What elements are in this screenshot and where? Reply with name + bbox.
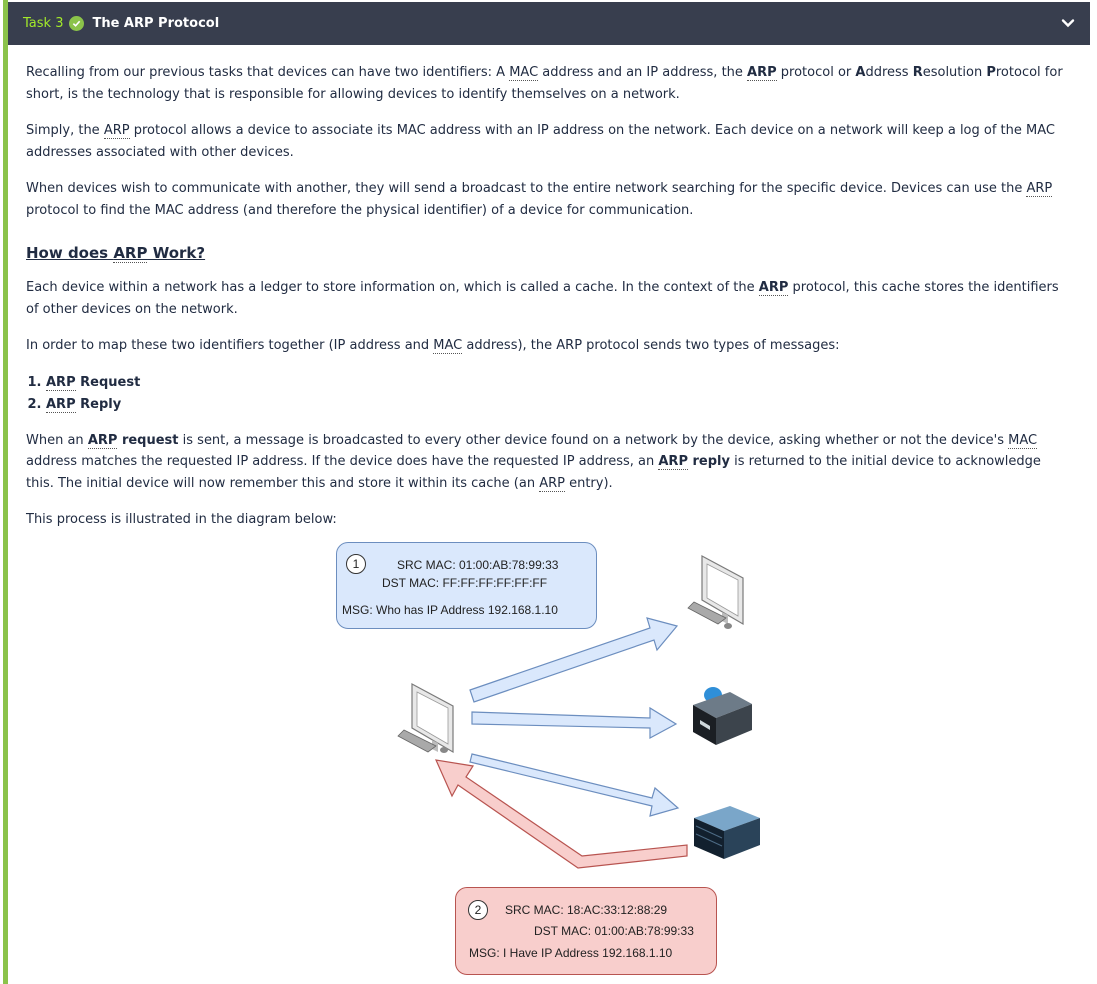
request-msg: MSG: Who has IP Address 192.168.1.10 xyxy=(342,603,558,617)
server-icon xyxy=(694,806,760,859)
sender-computer-icon xyxy=(397,682,454,754)
abbr-mac: MAC xyxy=(509,65,539,81)
request-dst-mac: DST MAC: FF:FF:FF:FF:FF:FF xyxy=(382,576,548,590)
message-types-list: ARP Request ARP Reply xyxy=(26,372,1071,416)
target-computer-icon xyxy=(687,554,744,629)
request-arrow-mid xyxy=(471,706,678,740)
abbr-mac: MAC xyxy=(433,338,463,354)
reply-dst-mac: DST MAC: 01:00:AB:78:99:33 xyxy=(534,924,694,938)
paragraph-intro: Recalling from our previous tasks that d… xyxy=(26,65,1063,102)
list-item: ARP Reply xyxy=(46,394,1071,416)
abbr-arp: ARP xyxy=(747,65,777,81)
list-item: ARP Request xyxy=(46,372,1071,394)
arp-diagram: 1 SRC MAC: 01:00:AB:78:99:33 DST MAC: FF… xyxy=(320,540,770,984)
abbr-arp: ARP xyxy=(758,280,789,296)
task-content: Recalling from our previous tasks that d… xyxy=(26,62,1071,546)
task-title: The ARP Protocol xyxy=(92,16,220,31)
reply-src-mac: SRC MAC: 18:AC:33:12:88:29 xyxy=(505,903,668,917)
paragraph-association: Simply, the ARP protocol allows a device… xyxy=(26,123,1055,160)
chevron-down-icon[interactable] xyxy=(1060,15,1076,31)
arp-request-message: 1 SRC MAC: 01:00:AB:78:99:33 DST MAC: FF… xyxy=(336,542,597,629)
arp-reply-message: 2 SRC MAC: 18:AC:33:12:88:29 DST MAC: 01… xyxy=(455,887,717,975)
paragraph-illustration: This process is illustrated in the diagr… xyxy=(26,512,337,527)
task-number: Task 3 xyxy=(23,16,64,31)
step-number: 2 xyxy=(468,900,488,920)
abbr-arp: ARP xyxy=(1026,181,1053,197)
paragraph-cache: Each device within a network has a ledge… xyxy=(26,280,1059,317)
paragraph-broadcast: When devices wish to communicate with an… xyxy=(26,181,1053,218)
task-header[interactable]: Task 3 The ARP Protocol xyxy=(3,2,1090,45)
request-arrow-up xyxy=(469,617,679,703)
section-heading: How does ARP Work? xyxy=(26,244,206,263)
completed-check-icon xyxy=(69,16,85,31)
request-src-mac: SRC MAC: 01:00:AB:78:99:33 xyxy=(397,558,559,572)
abbr-arp: ARP xyxy=(103,123,130,139)
reply-msg: MSG: I Have IP Address 192.168.1.10 xyxy=(469,946,673,960)
printer-icon xyxy=(693,687,752,745)
step-number: 1 xyxy=(346,554,366,574)
paragraph-request-reply: When an ARP request is sent, a message i… xyxy=(26,432,1041,492)
paragraph-messages: In order to map these two identifiers to… xyxy=(26,338,840,354)
